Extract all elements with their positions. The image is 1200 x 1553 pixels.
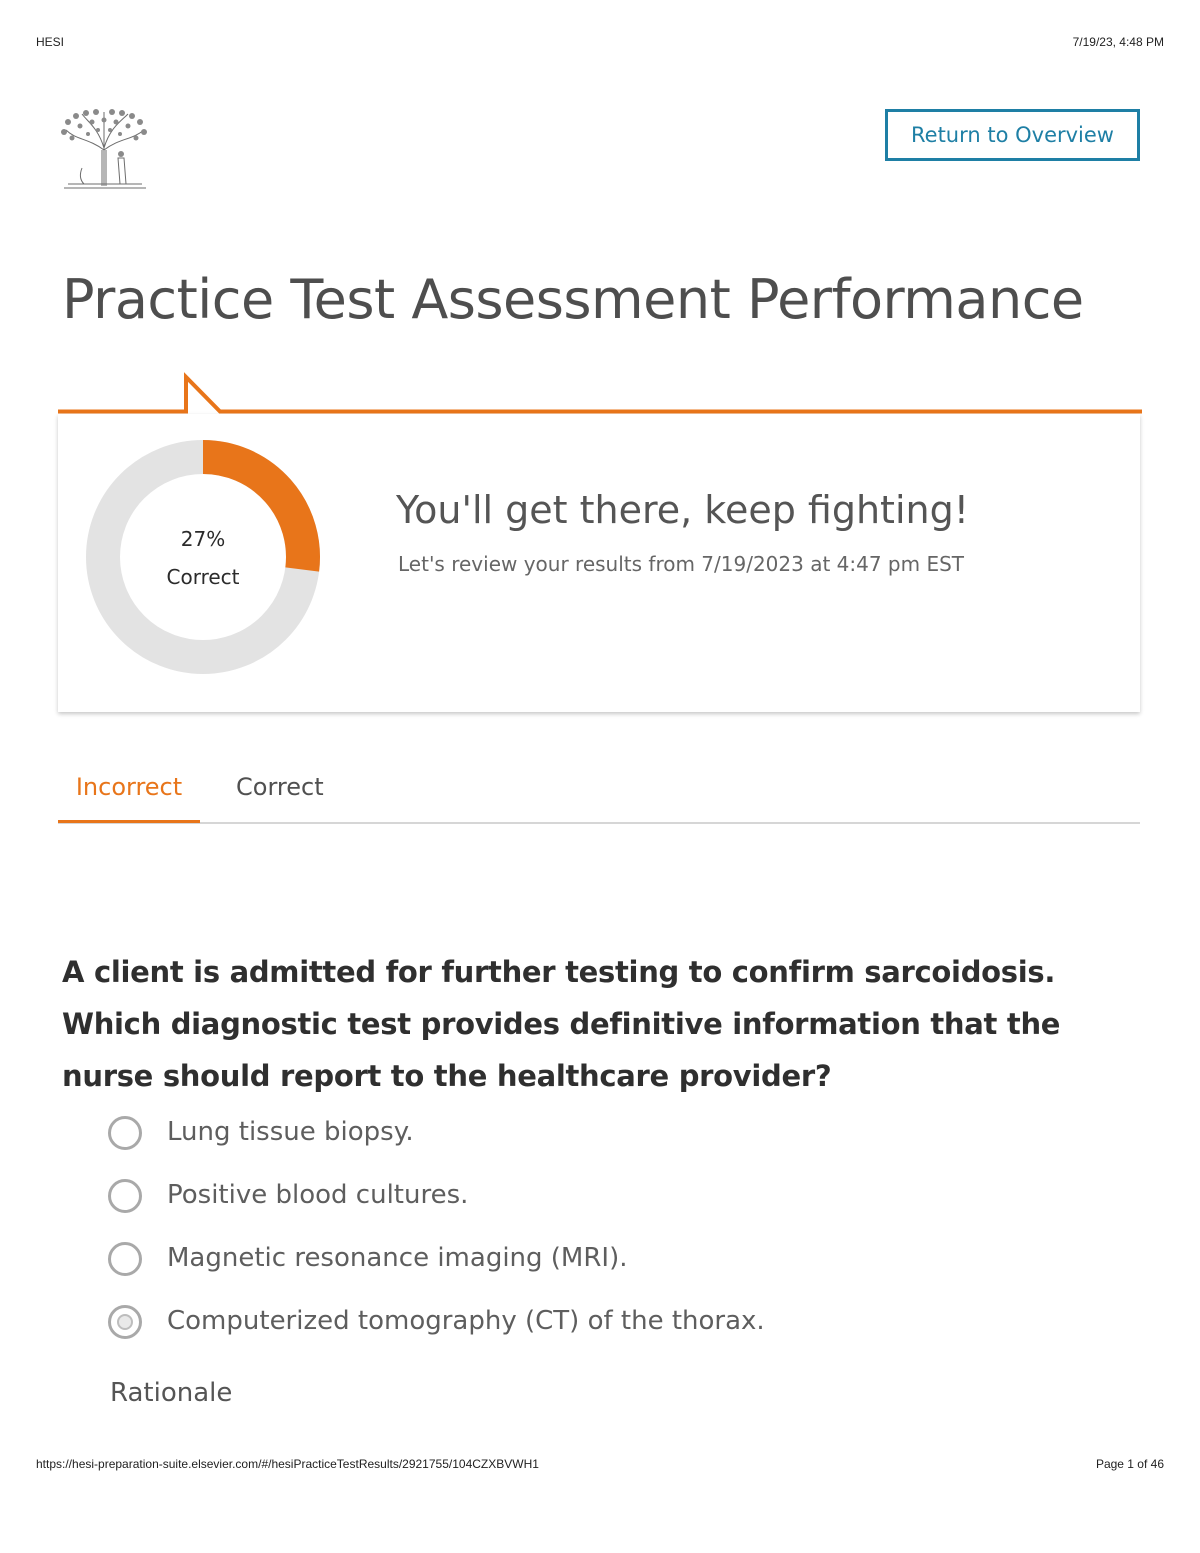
radio-button-icon[interactable] bbox=[108, 1179, 142, 1213]
answer-option-label: Lung tissue biopsy. bbox=[167, 1117, 414, 1147]
donut-label: 27% Correct bbox=[138, 520, 268, 596]
tab-incorrect[interactable]: Incorrect bbox=[58, 766, 200, 823]
print-header: HESI 7/19/23, 4:48 PM bbox=[36, 35, 1164, 49]
result-subtext: Let's review your results from 7/19/2023… bbox=[398, 552, 965, 576]
tab-correct[interactable]: Correct bbox=[236, 766, 332, 820]
answer-option[interactable]: Magnetic resonance imaging (MRI). bbox=[108, 1236, 1008, 1299]
answer-option[interactable]: Positive blood cultures. bbox=[108, 1173, 1008, 1236]
print-footer-url: https://hesi-preparation-suite.elsevier.… bbox=[36, 1457, 539, 1471]
results-tabs: Incorrect Correct bbox=[58, 766, 1140, 824]
result-heading: You'll get there, keep fighting! bbox=[396, 488, 969, 532]
answer-option[interactable]: Lung tissue biopsy. bbox=[108, 1110, 1008, 1173]
orange-pointer-rule bbox=[58, 372, 1142, 414]
percent-correct-value: 27% bbox=[180, 527, 226, 551]
radio-button-icon[interactable] bbox=[108, 1242, 142, 1276]
print-header-datetime: 7/19/23, 4:48 PM bbox=[1072, 35, 1164, 49]
elsevier-logo-icon bbox=[61, 109, 147, 189]
rationale-heading: Rationale bbox=[110, 1378, 233, 1408]
print-footer: https://hesi-preparation-suite.elsevier.… bbox=[36, 1457, 1164, 1471]
return-to-overview-button[interactable]: Return to Overview bbox=[885, 109, 1140, 161]
answer-option-label: Computerized tomography (CT) of the thor… bbox=[167, 1306, 765, 1336]
percent-correct-caption: Correct bbox=[166, 565, 240, 589]
question-text: A client is admitted for further testing… bbox=[62, 955, 1061, 1093]
print-header-title: HESI bbox=[36, 35, 65, 49]
answer-option-label: Magnetic resonance imaging (MRI). bbox=[167, 1243, 628, 1273]
radio-button-icon[interactable] bbox=[108, 1116, 142, 1150]
answer-option-label: Positive blood cultures. bbox=[167, 1180, 469, 1210]
result-card: 27% Correct You'll get there, keep fight… bbox=[58, 414, 1140, 712]
print-footer-page: Page 1 of 46 bbox=[1095, 1457, 1164, 1471]
radio-button-selected-icon[interactable] bbox=[108, 1305, 142, 1339]
page-title: Practice Test Assessment Performance bbox=[62, 268, 1084, 331]
answer-option[interactable]: Computerized tomography (CT) of the thor… bbox=[108, 1299, 1008, 1362]
answer-options: Lung tissue biopsy. Positive blood cultu… bbox=[108, 1110, 1008, 1362]
